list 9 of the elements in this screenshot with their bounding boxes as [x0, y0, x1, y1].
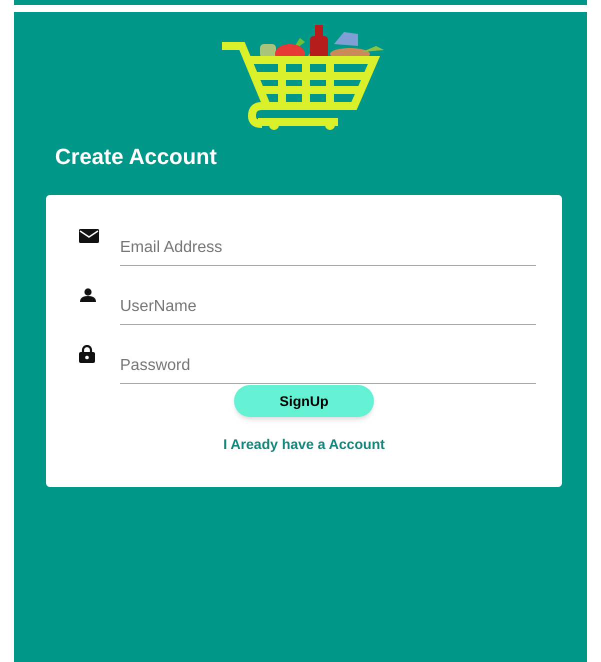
- login-link[interactable]: I Aready have a Account: [223, 434, 385, 455]
- signup-button[interactable]: SignUp: [234, 385, 374, 417]
- password-field[interactable]: Password: [120, 347, 536, 384]
- username-field[interactable]: UserName: [120, 288, 536, 325]
- envelope-icon: [79, 228, 99, 242]
- lock-icon: [79, 344, 95, 362]
- person-icon: [79, 288, 97, 302]
- email-field[interactable]: Email Address: [120, 229, 536, 266]
- page-title: Create Account: [55, 146, 217, 168]
